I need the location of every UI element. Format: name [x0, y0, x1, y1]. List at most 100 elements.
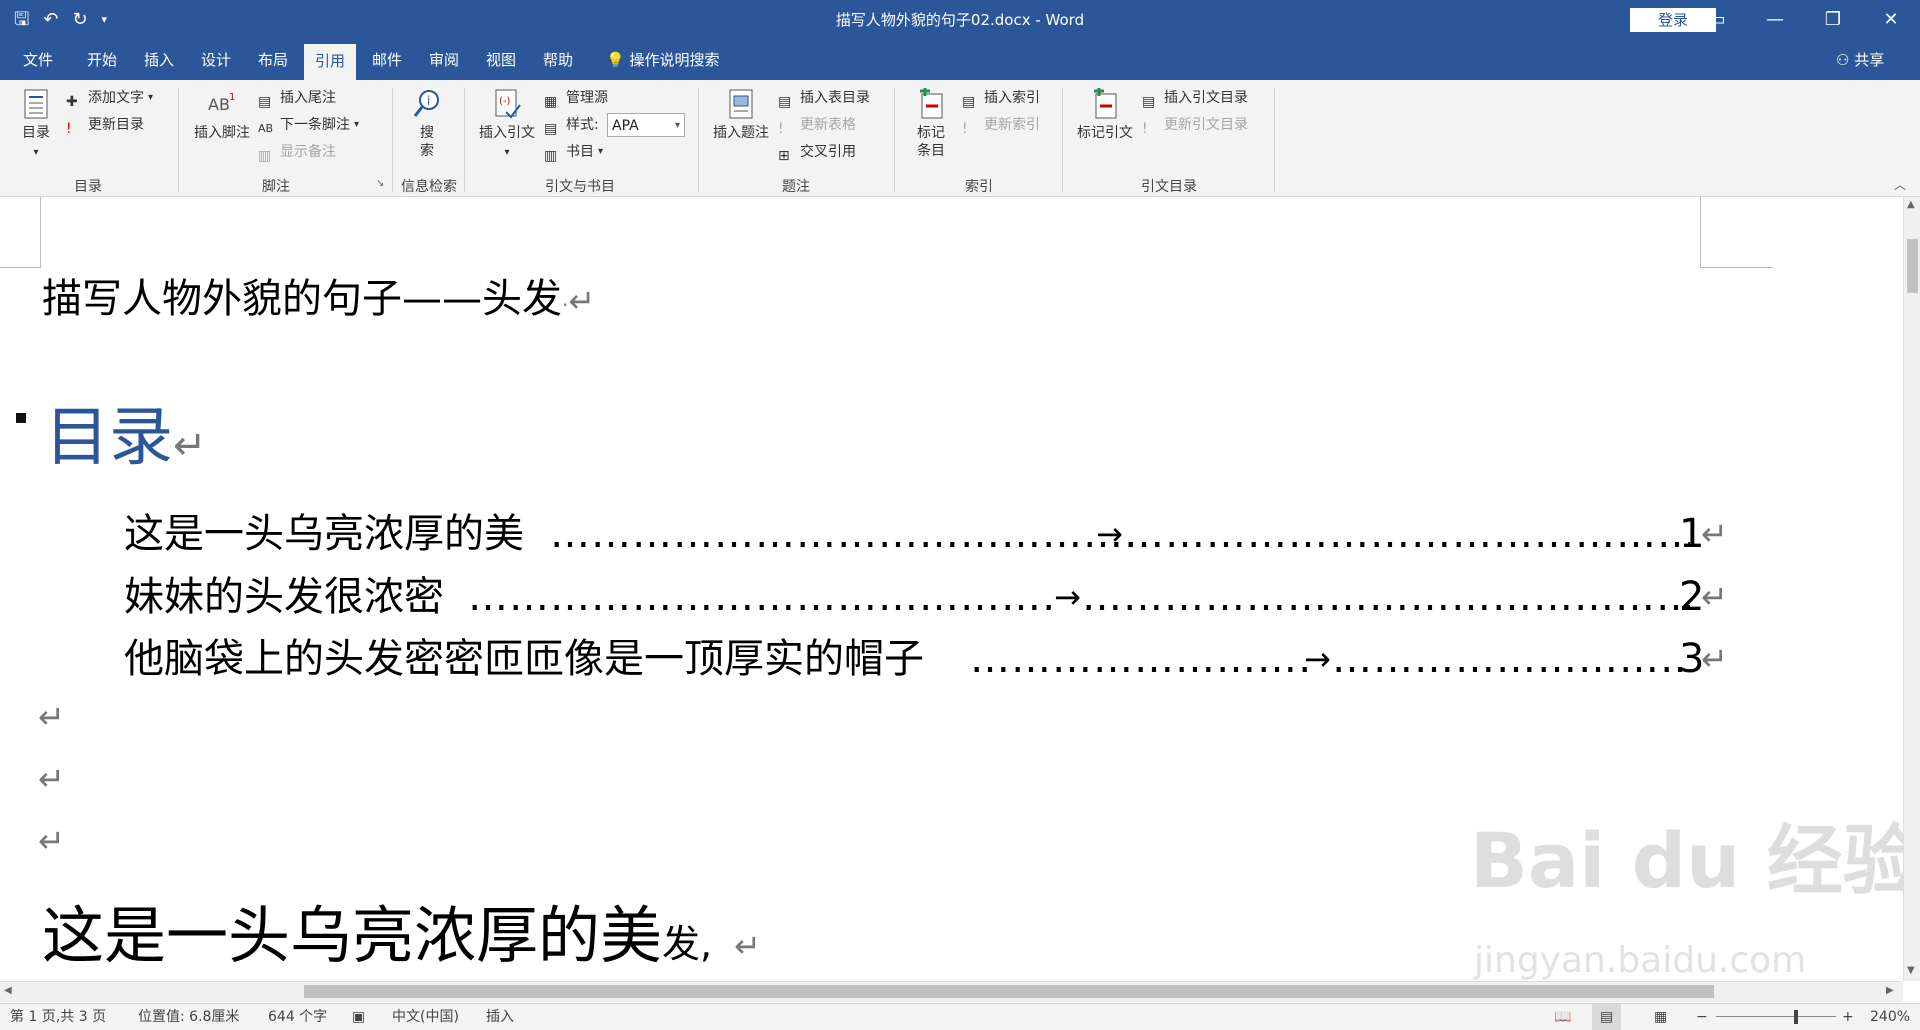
insert-table-of-figures-button[interactable]: ▤ 插入表目录	[778, 86, 870, 110]
ribbon-tab-bar: 文件 开始 插入 设计 布局 引用 邮件 审阅 视图 帮助 💡 操作说明搜索 ⚇…	[0, 40, 1920, 80]
toc-entry[interactable]: 妹妹的头发很浓密 ……………………………………………………………………………………	[124, 572, 1728, 622]
style-label: ▤ 样式:	[544, 113, 599, 137]
word-count[interactable]: 644 个字	[268, 1004, 327, 1030]
manage-sources-button[interactable]: ▦ 管理源	[544, 86, 608, 110]
paragraph-mark: ↵	[1701, 515, 1728, 553]
insert-citation-button[interactable]: (-) 插入引文 ▾	[474, 88, 540, 162]
paragraph-mark: ↵	[1701, 640, 1728, 678]
svg-text:AB: AB	[208, 95, 230, 114]
ribbon-display-icon[interactable]: ▭	[1688, 0, 1746, 40]
manage-sources-label: 管理源	[566, 90, 608, 106]
group-label-index: 索引	[965, 179, 993, 195]
group-label-captions: 题注	[782, 179, 810, 195]
mark-entry-label-1: 标记	[917, 125, 945, 141]
style-icon: ▤	[544, 121, 558, 137]
zoom-slider[interactable]	[1716, 1016, 1836, 1017]
toc-button[interactable]: 目录 ▾	[16, 88, 56, 162]
scroll-right-icon[interactable]: ▶	[1886, 985, 1894, 996]
tab-mailings[interactable]: 邮件	[363, 40, 411, 80]
update-table-button[interactable]: ! 更新表格	[778, 113, 856, 137]
tab-layout[interactable]: 布局	[249, 40, 297, 80]
vertical-scroll-thumb[interactable]	[1907, 239, 1918, 293]
insert-table-of-figures-label: 插入表目录	[800, 90, 870, 106]
update-toa-button[interactable]: ! 更新引文目录	[1142, 113, 1248, 137]
collapse-ribbon-icon[interactable]: ︿	[1894, 176, 1906, 193]
language-indicator[interactable]: 中文(中国)	[392, 1004, 459, 1030]
insert-toa-button[interactable]: ▤ 插入引文目录	[1142, 86, 1248, 110]
bibliography-button[interactable]: ▥ 书目 ▾	[544, 140, 603, 164]
zoom-out-icon[interactable]: −	[1696, 1004, 1708, 1030]
insert-footnote-button[interactable]: AB 1 插入脚注	[190, 88, 254, 142]
toc-entry-text: 这是一头乌亮浓厚的美	[124, 511, 524, 557]
document-canvas[interactable]: 描写人物外貌的句子——头发·↵ 目录↵ 这是一头乌亮浓厚的美 …………………………	[0, 197, 1903, 981]
show-notes-button[interactable]: ▥ 显示备注	[258, 140, 336, 164]
cross-reference-button[interactable]: ⊞ 交叉引用	[778, 140, 856, 164]
heading-1-text: 这是一头乌亮浓厚的美	[42, 899, 663, 972]
tab-arrow-icon: →	[1304, 640, 1331, 678]
horizontal-scrollbar[interactable]: ◀ ▶	[0, 981, 1903, 1002]
web-layout-icon[interactable]: ▦	[1654, 1004, 1667, 1030]
zoom-slider-thumb[interactable]	[1794, 1010, 1798, 1024]
insert-caption-button[interactable]: 插入题注	[708, 88, 774, 142]
insert-mode-indicator[interactable]: 插入	[486, 1004, 514, 1030]
vertical-scrollbar[interactable]: ▲ ▼	[1903, 197, 1920, 981]
heading-collapse-marker[interactable]	[16, 413, 26, 423]
tab-help[interactable]: 帮助	[534, 40, 582, 80]
tab-file[interactable]: 文件	[14, 40, 62, 80]
read-mode-icon[interactable]: 📖	[1554, 1004, 1571, 1030]
print-layout-icon[interactable]: ▤	[1592, 1004, 1622, 1030]
page-count[interactable]: 第 1 页,共 3 页	[10, 1004, 106, 1030]
toc-entry[interactable]: 这是一头乌亮浓厚的美 ………………………………………………………………………………	[124, 509, 1728, 559]
add-text-button[interactable]: ✚ 添加文字 ▾	[66, 86, 153, 110]
update-toc-button[interactable]: ! 更新目录	[66, 113, 144, 137]
insert-endnote-label: 插入尾注	[280, 90, 336, 106]
toc-leader-dots: ……………………………………………………………………………………………………………	[468, 574, 1056, 620]
group-separator	[1062, 88, 1063, 192]
citation-icon: (-)	[495, 89, 521, 119]
ribbon: 目录 ▾ ✚ 添加文字 ▾ ! 更新目录 目录 AB 1 插入脚注 ▤ 插入尾注 AB 下一条…	[0, 80, 1920, 197]
group-separator	[698, 88, 699, 192]
zoom-level[interactable]: 240%	[1870, 1004, 1910, 1030]
chevron-down-icon: ▾	[354, 119, 360, 130]
update-index-button[interactable]: ! 更新索引	[962, 113, 1040, 137]
caption-icon	[729, 89, 753, 119]
update-icon: !	[1142, 121, 1148, 137]
toc-leader-dots: ……………………………………………………………………………………………………………	[550, 511, 1166, 557]
dialog-launcher-icon[interactable]: ↘	[376, 178, 384, 189]
zoom-in-icon[interactable]: +	[1842, 1004, 1854, 1030]
heading-1: 这是一头乌亮浓厚的美发, ↵	[42, 897, 761, 981]
insert-index-button[interactable]: ▤ 插入索引	[962, 86, 1040, 110]
tab-view[interactable]: 视图	[477, 40, 525, 80]
tab-references[interactable]: 引用	[304, 44, 356, 80]
tell-me-search[interactable]: 💡 操作说明搜索	[606, 40, 719, 80]
tab-review[interactable]: 审阅	[420, 40, 468, 80]
toc-entry-text: 他脑袋上的头发密密匝匝像是一顶厚实的帽子	[124, 636, 924, 682]
scroll-left-icon[interactable]: ◀	[4, 985, 12, 996]
citation-style-select[interactable]: APA ▾	[607, 113, 685, 137]
minimize-icon[interactable]: —	[1746, 0, 1804, 40]
group-separator	[1274, 88, 1275, 192]
close-icon[interactable]: ✕	[1862, 0, 1920, 40]
proofing-icon[interactable]: ▣	[352, 1004, 365, 1030]
tab-home[interactable]: 开始	[78, 40, 126, 80]
tab-design[interactable]: 设计	[192, 40, 240, 80]
group-separator	[178, 88, 179, 192]
next-footnote-button[interactable]: AB 下一条脚注 ▾	[258, 113, 359, 137]
group-label-research: 信息检索	[401, 179, 457, 195]
scroll-up-icon[interactable]: ▲	[1907, 199, 1915, 210]
restore-icon[interactable]: ❐	[1804, 0, 1862, 40]
share-button[interactable]: ⚇ 共享	[1836, 40, 1884, 80]
toa-icon: ▤	[1142, 94, 1156, 110]
tab-insert[interactable]: 插入	[135, 40, 183, 80]
insert-endnote-button[interactable]: ▤ 插入尾注	[258, 86, 336, 110]
horizontal-scroll-thumb[interactable]	[304, 985, 1714, 998]
update-toc-label: 更新目录	[88, 117, 144, 133]
toc-heading-text: 目录	[45, 401, 173, 475]
mark-entry-button[interactable]: 标记 条目	[904, 88, 958, 160]
mark-citation-button[interactable]: 标记引文	[1072, 88, 1138, 142]
scroll-down-icon[interactable]: ▼	[1907, 965, 1915, 976]
group-label-authorities: 引文目录	[1141, 179, 1197, 195]
toc-entry[interactable]: 他脑袋上的头发密密匝匝像是一顶厚实的帽子 ……………………………………………………	[124, 634, 1728, 684]
search-button[interactable]: i 搜索	[402, 88, 452, 160]
svg-text:1: 1	[229, 92, 235, 103]
